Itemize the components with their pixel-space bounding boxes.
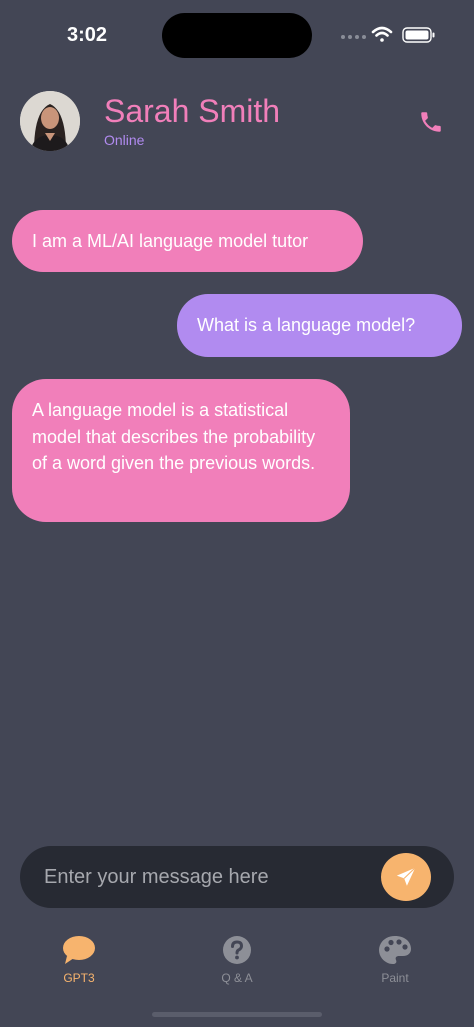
message-composer xyxy=(20,846,454,908)
phone-icon xyxy=(421,112,441,132)
tab-label: GPT3 xyxy=(63,971,95,985)
contact-status: Online xyxy=(104,132,145,148)
message-input[interactable] xyxy=(44,854,374,900)
chat-bubble-icon xyxy=(63,936,95,964)
call-button[interactable] xyxy=(418,109,444,135)
message-bubble-bot: A language model is a statistical model … xyxy=(12,379,350,522)
question-icon xyxy=(223,936,251,964)
message-text: A language model is a statistical model … xyxy=(32,400,316,473)
signal-icon xyxy=(341,35,366,39)
tab-label: Paint xyxy=(381,971,409,985)
battery-icon xyxy=(402,27,435,43)
tab-paint[interactable]: Paint xyxy=(335,933,455,993)
contact-name: Sarah Smith xyxy=(104,93,281,129)
palette-icon xyxy=(379,936,411,964)
message-bubble-bot: I am a ML/AI language model tutor xyxy=(12,210,363,272)
status-icons xyxy=(338,24,438,46)
home-indicator xyxy=(152,1012,322,1017)
tab-bar: GPT3 Q & A Paint xyxy=(0,925,474,1005)
send-icon xyxy=(396,867,416,886)
avatar[interactable] xyxy=(20,91,80,151)
tab-label: Q & A xyxy=(221,971,253,985)
message-text: I am a ML/AI language model tutor xyxy=(32,230,309,251)
tab-gpt3[interactable]: GPT3 xyxy=(19,933,139,993)
message-text: What is a language model? xyxy=(197,315,416,336)
status-time: 3:02 xyxy=(66,24,108,46)
message-bubble-user: What is a language model? xyxy=(177,294,462,357)
status-bar: 3:02 xyxy=(0,0,474,70)
dynamic-island xyxy=(162,13,312,58)
chat-header: Sarah Smith Online xyxy=(0,85,474,165)
send-button[interactable] xyxy=(381,853,431,901)
tab-q-and-a[interactable]: Q & A xyxy=(177,933,297,993)
wifi-icon xyxy=(371,26,393,42)
